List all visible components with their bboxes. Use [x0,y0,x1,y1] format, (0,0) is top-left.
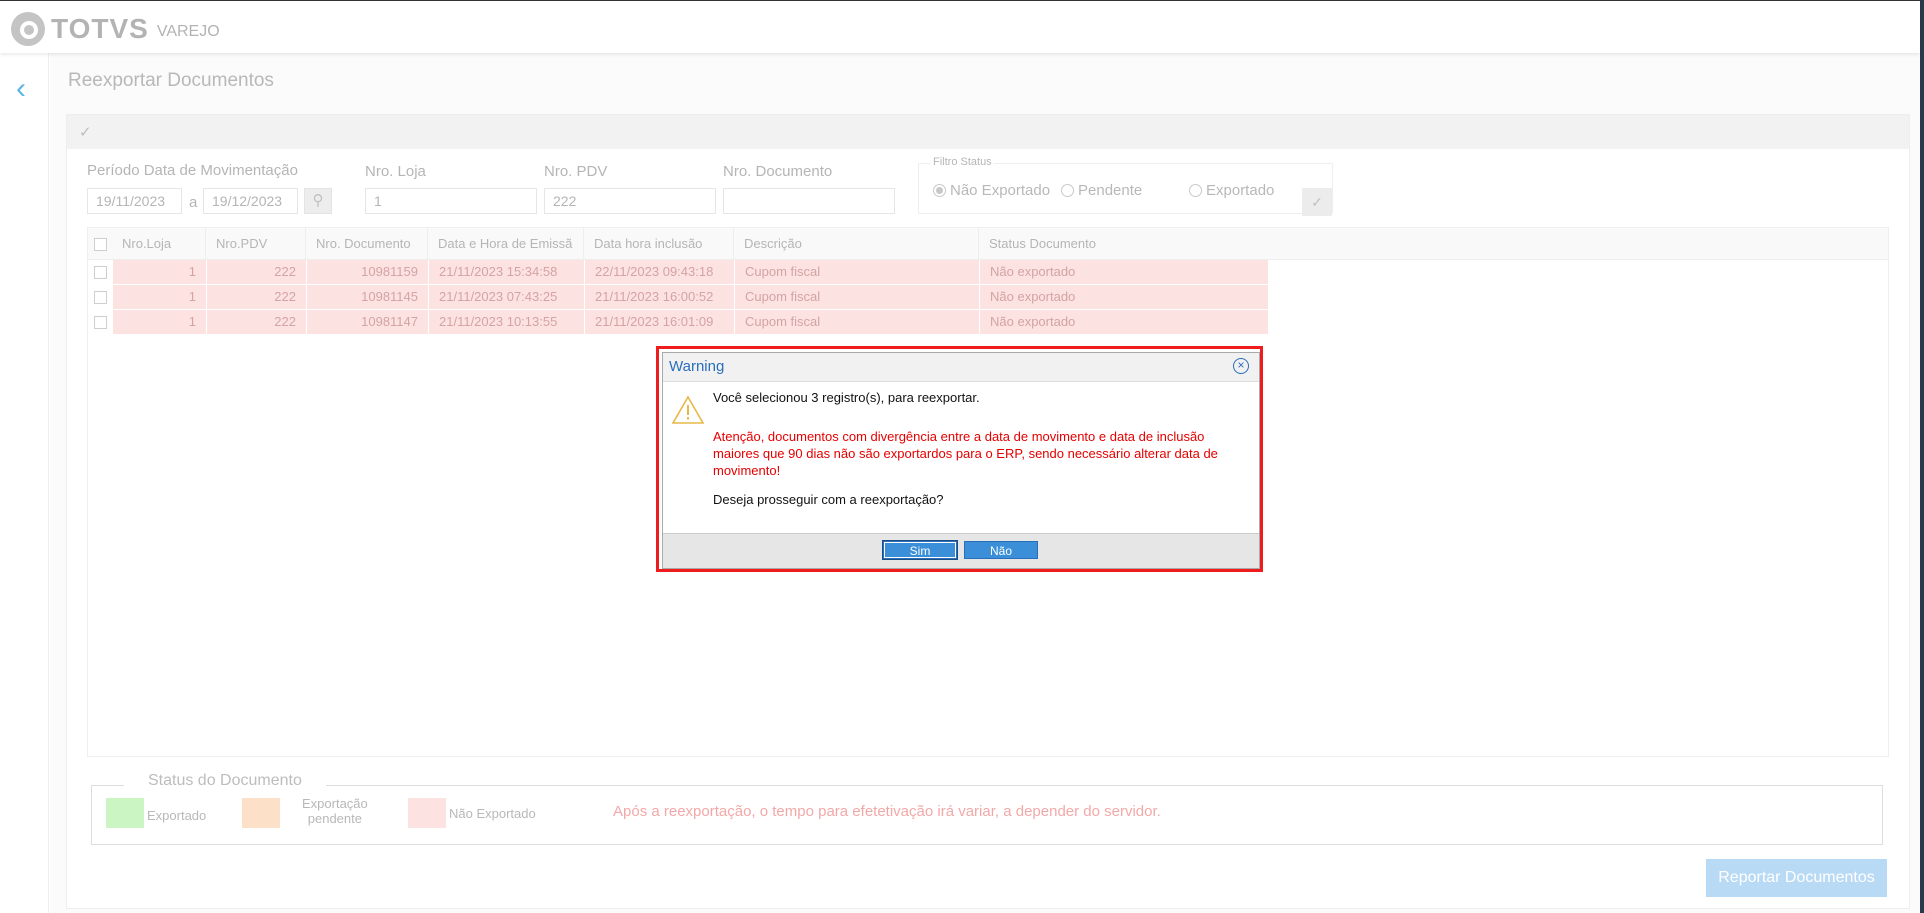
date-from-input[interactable]: 19/11/2023 [87,188,182,214]
back-chevron-icon[interactable]: ‹ [16,74,26,104]
status-documento-box: Status do Documento Exportado Exportação… [91,772,1883,845]
cell-emissao: 21/11/2023 10:13:55 [429,310,585,334]
page-title: Reexportar Documentos [68,70,274,91]
table-row[interactable]: 1 222 10981159 21/11/2023 15:34:58 22/11… [113,260,1268,284]
cell-emissao: 21/11/2023 15:34:58 [429,260,585,284]
col-nro-pdv[interactable]: Nro.PDV [206,228,306,259]
radio-icon [1189,184,1202,197]
cell-pdv: 222 [207,310,307,334]
pdv-input[interactable]: 222 [544,188,716,214]
cell-status: Não exportado [990,289,1076,304]
warning-dialog: Warning × Você selecionou 3 registro(s),… [662,352,1260,569]
reexport-documents-button[interactable]: Reportar Documentos [1706,859,1887,897]
radio-pendente[interactable]: Pendente [1061,182,1142,199]
cell-loja: 1 [113,285,207,309]
close-icon[interactable]: × [1233,358,1249,374]
search-icon[interactable]: ⚲ [304,188,332,214]
table-row[interactable]: 1 222 10981147 21/11/2023 10:13:55 21/11… [113,310,1268,334]
select-all-checkbox[interactable] [94,238,107,251]
radio-label: Pendente [1078,182,1143,199]
reexport-note: Após a reexportação, o tempo para efetet… [613,803,1161,820]
periodo-label: Período Data de Movimentação [87,162,298,179]
label-pendente-line1: Exportação [302,796,368,811]
loja-input[interactable]: 1 [365,188,537,214]
cell-inclusao: 22/11/2023 09:43:18 [585,260,735,284]
dialog-title-bar: Warning × [663,353,1259,382]
radio-label: Não Exportado [950,182,1051,199]
cell-documento: 10981145 [307,285,429,309]
status-filter-legend: Filtro Status [931,156,994,168]
side-rail: ‹ [0,52,49,913]
top-bar: TOTVS VAREJO [0,0,1920,53]
date-to-input[interactable]: 19/12/2023 [203,188,298,214]
cell-pdv: 222 [207,260,307,284]
date-separator: a [189,194,198,211]
swatch-pendente [242,798,280,828]
grid-header: Nro.Loja Nro.PDV Nro. Documento Data e H… [88,228,1888,260]
loja-label: Nro. Loja [365,163,426,180]
dialog-question: Deseja prosseguir com a reexportação? [713,492,944,507]
cell-documento: 10981147 [307,310,429,334]
col-nro-documento[interactable]: Nro. Documento [306,228,428,259]
cell-emissao: 21/11/2023 07:43:25 [429,285,585,309]
warning-icon [671,395,705,424]
col-data-emissao[interactable]: Data e Hora de Emissã [428,228,584,259]
table-row[interactable]: 1 222 10981145 21/11/2023 07:43:25 21/11… [113,285,1268,309]
panel-header: ✓ [67,115,1909,149]
cell-descricao: Cupom fiscal [735,310,980,334]
swatch-nao-exportado [408,798,446,828]
radio-exportado[interactable]: Exportado [1189,182,1274,199]
logo-icon [11,12,45,46]
col-nro-loja[interactable]: Nro.Loja [112,228,206,259]
label-exportado: Exportado [147,808,207,823]
status-filter-group: Filtro Status Não Exportado Pendente Exp… [918,156,1333,214]
cell-loja: 1 [113,310,207,334]
row-checkbox[interactable] [94,266,107,279]
cell-inclusao: 21/11/2023 16:01:09 [585,310,735,334]
cell-documento: 10981159 [307,260,429,284]
radio-nao-exportado[interactable]: Não Exportado [933,182,1050,199]
row-checkbox[interactable] [94,291,107,304]
col-status[interactable]: Status Documento [979,228,1179,259]
label-nao-exportado: Não Exportado [449,806,536,821]
documento-label: Nro. Documento [723,163,833,180]
cell-status: Não exportado [990,314,1076,329]
cell-status: Não exportado [990,264,1076,279]
col-descricao[interactable]: Descrição [734,228,979,259]
radio-icon [1061,184,1074,197]
yes-button[interactable]: Sim [883,541,957,559]
radio-selected-icon [933,184,946,197]
dialog-message: Você selecionou 3 registro(s), para reex… [713,390,980,405]
documento-input[interactable] [723,188,895,214]
dialog-warning-text: Atenção, documentos com divergência entr… [713,429,1218,478]
label-pendente: Exportação pendente [302,796,368,826]
no-button[interactable]: Não [964,541,1038,559]
right-edge [1920,0,1924,913]
clear-filter-icon[interactable]: ✓ [1302,188,1332,216]
status-legend: Status do Documento [124,772,326,790]
cell-loja: 1 [113,260,207,284]
totvs-logo: TOTVS VAREJO [11,12,220,46]
brand-name: TOTVS [51,13,149,44]
cell-descricao: Cupom fiscal [735,285,980,309]
swatch-exportado [106,798,144,828]
dialog-footer: Sim Não [663,533,1259,568]
label-pendente-line2: pendente [307,811,362,826]
row-checkbox[interactable] [94,316,107,329]
pdv-label: Nro. PDV [544,163,608,180]
broom-icon[interactable]: ✓ [79,123,95,141]
radio-label: Exportado [1206,182,1275,199]
cell-pdv: 222 [207,285,307,309]
cell-inclusao: 21/11/2023 16:00:52 [585,285,735,309]
dialog-title: Warning [669,358,725,375]
col-data-inclusao[interactable]: Data hora inclusão [584,228,734,259]
cell-descricao: Cupom fiscal [735,260,980,284]
brand-sub: VAREJO [156,23,220,40]
